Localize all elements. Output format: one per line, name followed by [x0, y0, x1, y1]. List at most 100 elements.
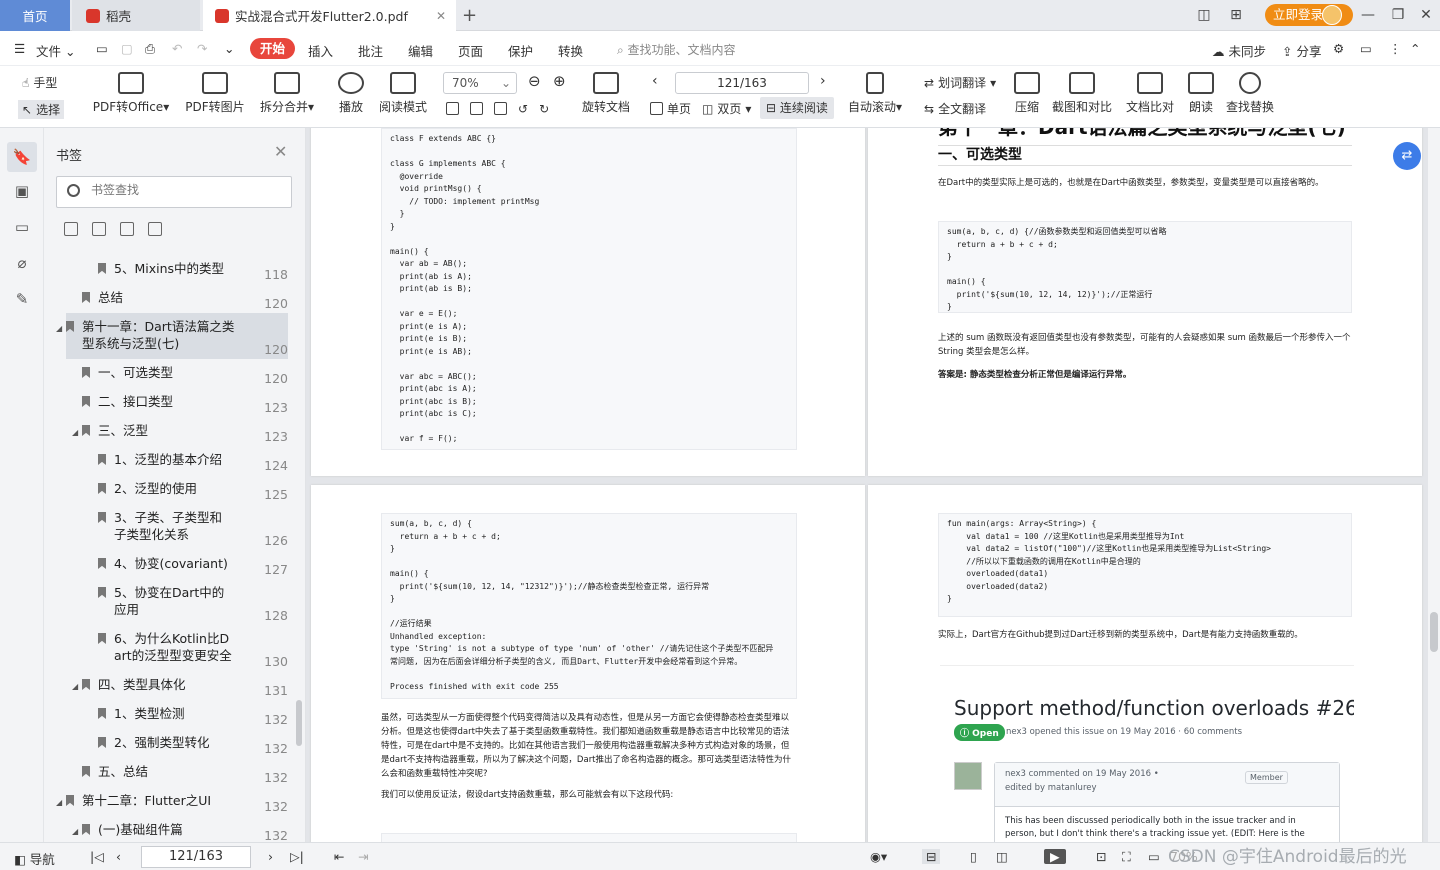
zoom-select[interactable]: 70% ⌄	[443, 72, 517, 94]
hamburger-icon[interactable]: ☰	[14, 41, 25, 56]
fit-page-icon[interactable]: ⛶	[1122, 849, 1131, 865]
document-view[interactable]: class F extends ABC {} class G implement…	[306, 128, 1428, 842]
expand-arrow-icon[interactable]: ◢	[72, 424, 78, 441]
redo-icon[interactable]: ↷	[197, 41, 207, 56]
bookmark-scrollbar-thumb[interactable]	[296, 700, 302, 746]
minimize-icon[interactable]: —	[1356, 5, 1380, 25]
open-folder-icon[interactable]: ▭	[96, 41, 108, 56]
menu-page[interactable]: 页面	[458, 41, 483, 60]
single-page-view-icon[interactable]: ▯	[970, 849, 977, 864]
first-page-icon[interactable]: |◁	[90, 849, 104, 864]
add-bookmark-icon[interactable]	[64, 222, 78, 236]
restore-icon[interactable]: ❐	[1386, 5, 1410, 25]
read-mode-button[interactable]: 阅读模式	[378, 72, 428, 115]
page-number-input[interactable]: 121/163	[675, 72, 809, 94]
grid-apps-icon[interactable]: ⊞	[1224, 5, 1248, 25]
continuous-read-button[interactable]: ⊟ 连续阅读	[760, 97, 834, 119]
auto-scroll-button[interactable]: 自动滚动▾	[846, 72, 904, 115]
play-button[interactable]: 播放	[336, 72, 366, 115]
select-tool[interactable]: ↖ 选择	[18, 100, 65, 119]
full-translate-button[interactable]: ⇆ 全文翻译	[924, 100, 986, 117]
tab-docer[interactable]: 稻壳	[72, 0, 200, 31]
continuous-view-icon[interactable]: ⊟	[922, 849, 941, 864]
last-page-icon[interactable]: ▷|	[290, 849, 304, 864]
rotate-right-icon[interactable]: ↻	[539, 102, 549, 116]
annotation-icon[interactable]: ▭	[12, 218, 32, 238]
double-page-button[interactable]: ◫ 双页 ▾	[702, 100, 751, 117]
menu-file[interactable]: 文件 ⌄	[36, 41, 75, 60]
menu-start[interactable]: 开始	[250, 38, 296, 59]
settings-icon[interactable]: ⚙	[1333, 41, 1344, 56]
single-page-button[interactable]: 单页	[650, 100, 691, 117]
collapse-ribbon-icon[interactable]: ⌃	[1410, 41, 1420, 56]
next-page-icon[interactable]: ›	[268, 849, 273, 864]
hand-tool[interactable]: ☝ 手型	[22, 74, 57, 91]
bookmark-outline-icon[interactable]	[148, 222, 162, 236]
undo-icon[interactable]: ↶	[172, 41, 182, 56]
expand-arrow-icon[interactable]: ◢	[56, 794, 62, 811]
menu-edit[interactable]: 编辑	[408, 41, 433, 60]
save-icon[interactable]: ▢	[121, 41, 133, 56]
read-aloud-button[interactable]: 朗读	[1186, 72, 1216, 115]
double-page-view-icon[interactable]: ◫	[996, 849, 1008, 864]
share-button[interactable]: ⇪ 分享	[1282, 41, 1321, 60]
vertical-scrollbar[interactable]	[1428, 128, 1440, 842]
expand-arrow-icon[interactable]: ◢	[72, 823, 78, 840]
split-merge-button[interactable]: 拆分合并▾	[258, 72, 316, 115]
attachment-icon[interactable]: ⌀	[12, 254, 32, 274]
sync-status[interactable]: ☁ 未同步	[1212, 41, 1266, 60]
bookmark-panel-icon[interactable]: 🔖	[7, 142, 37, 172]
tab-home[interactable]: 首页	[0, 0, 70, 31]
nav-button[interactable]: ◧ 导航	[14, 849, 55, 868]
fit-width-icon[interactable]: ▭	[1148, 849, 1160, 864]
menu-insert[interactable]: 插入	[308, 41, 333, 60]
rotate-left-icon[interactable]: ↺	[518, 102, 528, 116]
close-icon[interactable]: ✕	[274, 142, 287, 161]
bookmark-item[interactable]: 5、协变在Dart中的 应用 128	[44, 584, 292, 624]
status-page-input[interactable]: 121/163	[141, 846, 251, 868]
pdf-to-image-button[interactable]: PDF转图片	[184, 72, 246, 115]
zoom-out-icon[interactable]: ⊖	[528, 72, 541, 90]
screenshot-compare-button[interactable]: 截图和对比	[1050, 72, 1114, 115]
vertical-scrollbar-thumb[interactable]	[1430, 612, 1438, 652]
bookmark-item[interactable]: ◢ (一)基础组件篇 132	[44, 821, 292, 842]
pdf-to-office-button[interactable]: PDF转Office▾	[92, 72, 170, 115]
word-translate-button[interactable]: ⇄ 划词翻译 ▾	[924, 74, 996, 91]
comment-icon[interactable]: ▭	[1360, 41, 1372, 56]
rotate-document-button[interactable]: 旋转文档	[580, 72, 632, 115]
actual-size-icon[interactable]: ⊡	[1096, 849, 1106, 864]
next-page-icon[interactable]: ›	[820, 73, 826, 89]
bookmark-item[interactable]: 3、子类、子类型和 子类型化关系 126	[44, 509, 292, 549]
new-tab-icon[interactable]: +	[462, 0, 482, 31]
close-window-icon[interactable]: ✕	[1414, 5, 1438, 25]
signature-icon[interactable]: ✎	[12, 290, 32, 310]
actual-size-icon[interactable]	[446, 102, 459, 115]
bookmark-icon[interactable]	[120, 222, 134, 236]
print-icon[interactable]: ⎙	[145, 41, 155, 57]
menu-protect[interactable]: 保护	[508, 41, 533, 60]
bookmark-item[interactable]: ◢ 第十一章：Dart语法篇之类 型系统与泛型(七) 120	[44, 318, 292, 358]
layout-icon[interactable]: ◫	[1192, 5, 1216, 25]
tab-close-icon[interactable]: ✕	[436, 9, 446, 23]
find-replace-button[interactable]: 查找替换	[1224, 72, 1276, 115]
compress-button[interactable]: 压缩	[1012, 72, 1042, 115]
back-icon[interactable]: ⇤	[334, 849, 344, 864]
remove-bookmark-icon[interactable]	[92, 222, 106, 236]
bookmark-item[interactable]: 6、为什么Kotlin比D art的泛型型变更安全 130	[44, 630, 292, 670]
menu-convert[interactable]: 转换	[558, 41, 583, 60]
function-search[interactable]: ⌕ 查找功能、文档内容	[617, 41, 736, 58]
fit-page-icon[interactable]	[470, 102, 483, 115]
prev-page-icon[interactable]: ‹	[116, 849, 121, 864]
bookmark-search-input[interactable]	[91, 183, 281, 197]
bookmark-search[interactable]	[56, 176, 292, 208]
thumbnail-icon[interactable]: ▣	[12, 182, 32, 202]
more-dropdown-icon[interactable]: ⌄	[224, 41, 234, 56]
forward-icon[interactable]: ⇥	[358, 849, 368, 864]
expand-arrow-icon[interactable]: ◢	[72, 678, 78, 695]
eye-protection-icon[interactable]: ◉▾	[870, 849, 887, 864]
prev-page-icon[interactable]: ‹	[652, 73, 658, 89]
zoom-in-icon[interactable]: ⊕	[553, 72, 566, 90]
more-icon[interactable]: ⋮	[1389, 41, 1402, 56]
play-icon[interactable]: ▶	[1044, 849, 1066, 864]
expand-arrow-icon[interactable]: ◢	[56, 320, 62, 337]
